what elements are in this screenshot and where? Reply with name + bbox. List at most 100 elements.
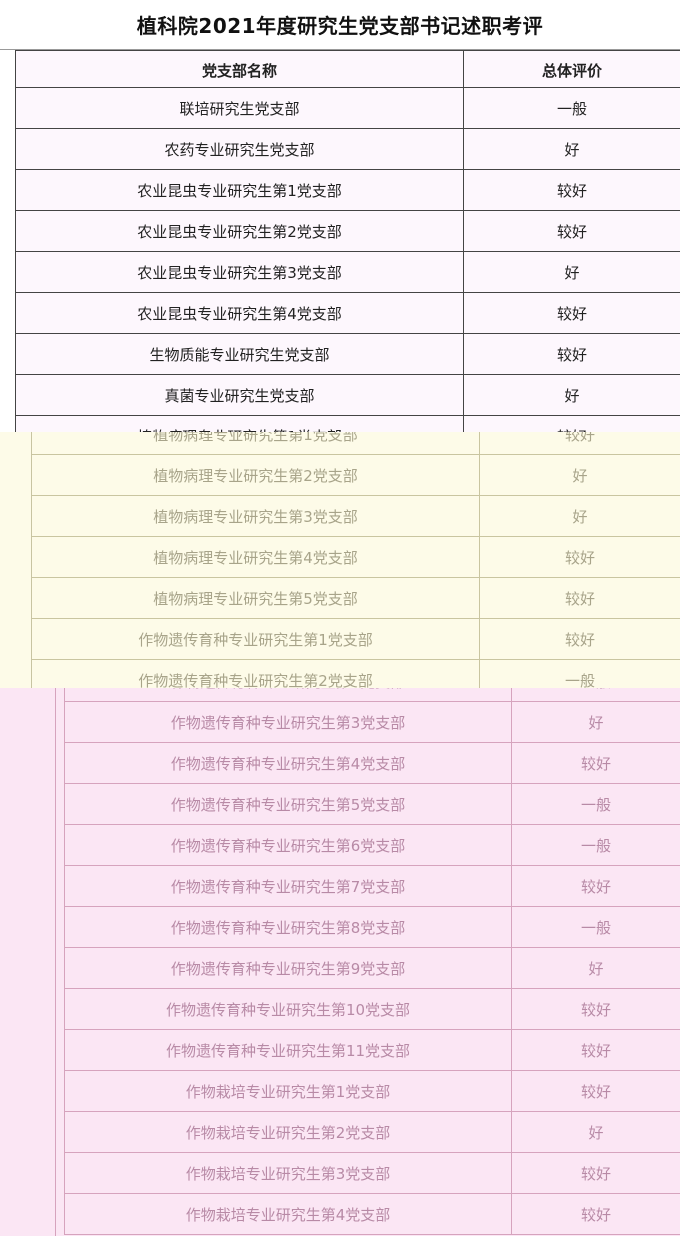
branch-name-cell: 农业昆虫专业研究生第2党支部 [16,211,464,252]
table-row: 作物栽培专业研究生第2党支部 好 [64,1112,680,1153]
branch-name-cell: 作物遗传育种专业研究生第2党支部 [32,660,480,688]
table-header-row: 党支部名称 总体评价 [16,50,680,89]
rating-cell: 好 [564,264,580,282]
table-row: 真菌专业研究生党支部 好 [16,375,680,416]
evaluation-table-part-3: 作物遗传育种专业研究生第2党支部一般作物遗传育种专业研究生第3党支部好作物遗传育… [64,688,680,1235]
branch-name-cell: 作物遗传育种专业研究生第5党支部 [64,784,512,825]
rating-cell: 好 [572,467,588,485]
table-row: 作物栽培专业研究生第3党支部 较好 [64,1153,680,1194]
branch-name-cell: 作物遗传育种专业研究生第11党支部 [64,1030,512,1071]
table-margin [0,50,16,432]
table-row: 作物遗传育种专业研究生第2党支部一般 [64,688,680,702]
table-row: 作物栽培专业研究生第4党支部 较好 [64,1194,680,1235]
rating-cell: 好 [588,714,604,732]
rating-cell: 一般 [580,837,611,855]
branch-name-cell: 农药专业研究生党支部 [16,129,464,170]
rating-cell: 好 [564,387,580,405]
rating-cell: 较好 [464,416,680,432]
branch-name-cell: 植物病理专业研究生第4党支部 [32,537,480,578]
rating-cell: 较好 [580,755,611,773]
branch-name-cell: 作物栽培专业研究生第4党支部 [64,1194,512,1235]
table-row: 作物遗传育种专业研究生第3党支部 好 [64,702,680,743]
branch-name-cell: 作物遗传育种专业研究生第4党支部 [64,743,512,784]
rating-cell: 较好 [580,878,611,896]
header-branch-name: 党支部名称 [16,51,464,89]
rating-cell: 较好 [564,631,595,649]
branch-name-cell: 农业昆虫专业研究生第1党支部 [16,170,464,211]
branch-name-cell: 农业昆虫专业研究生第3党支部 [16,252,464,293]
rating-cell: 较好 [556,223,587,241]
table-section-2: 植物病理专业研究生第1党支部 较好 植物病理专业研究生第2党支部好植物病理专业研究生… [0,432,680,688]
branch-name-cell: 植物病理专业研究生第3党支部 [32,496,480,537]
branch-name-cell: 作物栽培专业研究生第3党支部 [64,1153,512,1194]
table-row: 植物病理专业研究生第3党支部 好 [32,496,680,537]
branch-name-cell: 农业昆虫专业研究生第4党支部 [16,293,464,334]
rating-cell: 较好 [556,305,587,323]
table-row: 农业昆虫专业研究生第1党支部 较好 [16,170,680,211]
branch-name-cell: 联培研究生党支部 [16,88,464,129]
table-row: 作物遗传育种专业研究生第7党支部 较好 [64,866,680,907]
rating-cell: 一般 [580,796,611,814]
branch-name-cell: 植物病理专业研究生第2党支部 [32,455,480,496]
table-section-3: 作物遗传育种专业研究生第2党支部一般作物遗传育种专业研究生第3党支部好作物遗传育… [0,688,680,1236]
branch-name-cell: 植物病理专业研究生第1党支部 [16,416,464,432]
branch-name-cell: 作物遗传育种专业研究生第6党支部 [64,825,512,866]
rating-cell: 较好 [556,346,587,364]
rating-cell: 较好 [580,1206,611,1224]
table-row: 作物遗传育种专业研究生第5党支部 一般 [64,784,680,825]
table-row: 生物质能专业研究生党支部 较好 [16,334,680,375]
branch-name-cell: 作物栽培专业研究生第1党支部 [64,1071,512,1112]
branch-name-cell: 作物遗传育种专业研究生第1党支部 [32,619,480,660]
branch-name-cell: 作物遗传育种专业研究生第9党支部 [64,948,512,989]
table-row: 联培研究生党支部 一般 [16,88,680,129]
branch-name-cell: 生物质能专业研究生党支部 [16,334,464,375]
table-row: 作物遗传育种专业研究生第10党支部 较好 [64,989,680,1030]
rating-cell: 一般 [512,688,680,702]
rating-cell: 较好 [580,1001,611,1019]
branch-name-cell: 作物遗传育种专业研究生第2党支部 [64,688,512,702]
rating-cell: 好 [588,960,604,978]
table-margin [0,688,56,1236]
table-section-1: 党支部名称 总体评价 联培研究生党支部 一般 农药专业研究生党支部好农业昆虫专业研究… [0,50,680,432]
branch-name-cell: 作物栽培专业研究生第2党支部 [64,1112,512,1153]
rating-cell: 较好 [564,549,595,567]
branch-name-cell: 植物病理专业研究生第5党支部 [32,578,480,619]
table-row: 植物病理专业研究生第5党支部 较好 [32,578,680,619]
table-row: 植物病理专业研究生第1党支部 较好 [32,432,680,455]
branch-name-cell: 作物遗传育种专业研究生第7党支部 [64,866,512,907]
table-row: 农业昆虫专业研究生第2党支部 较好 [16,211,680,252]
rating-cell: 较好 [564,590,595,608]
rating-cell: 较好 [580,1083,611,1101]
branch-name-cell: 真菌专业研究生党支部 [16,375,464,416]
table-row: 作物遗传育种专业研究生第4党支部 较好 [64,743,680,784]
branch-name-cell: 作物遗传育种专业研究生第3党支部 [64,702,512,743]
evaluation-table-part-2: 植物病理专业研究生第1党支部 较好 植物病理专业研究生第2党支部好植物病理专业研究生… [32,432,680,688]
page-title: 植科院2021年度研究生党支部书记述职考评 [136,14,544,38]
table-row: 农业昆虫专业研究生第3党支部 好 [16,252,680,293]
rating-cell: 较好 [580,1165,611,1183]
branch-name-cell: 植物病理专业研究生第1党支部 [32,432,480,455]
table-row: 植物病理专业研究生第4党支部 较好 [32,537,680,578]
evaluation-table-part-1: 党支部名称 总体评价 联培研究生党支部 一般 农药专业研究生党支部好农业昆虫专业研究… [16,50,680,432]
table-row: 作物遗传育种专业研究生第11党支部 较好 [64,1030,680,1071]
rating-cell: 一般 [556,100,587,118]
rating-cell: 好 [564,141,580,159]
title-bar: 植科院2021年度研究生党支部书记述职考评 [0,0,680,50]
branch-name-cell: 作物遗传育种专业研究生第10党支部 [64,989,512,1030]
table-row: 作物遗传育种专业研究生第1党支部 较好 [32,619,680,660]
table-row: 作物栽培专业研究生第1党支部 较好 [64,1071,680,1112]
branch-name-cell: 作物遗传育种专业研究生第8党支部 [64,907,512,948]
rating-cell: 较好 [556,182,587,200]
table-row: 农药专业研究生党支部 好 [16,129,680,170]
rating-cell: 较好 [564,432,595,444]
header-overall-rating: 总体评价 [541,61,602,80]
table-row: 作物遗传育种专业研究生第8党支部 一般 [64,907,680,948]
rating-cell: 好 [588,1124,604,1142]
rating-cell: 好 [572,508,588,526]
table-row: 作物遗传育种专业研究生第2党支部 一般 [32,660,680,688]
rating-cell: 一般 [580,919,611,937]
table-row: 植物病理专业研究生第2党支部 好 [32,455,680,496]
rating-cell: 较好 [580,1042,611,1060]
rating-cell: 一般 [564,672,595,688]
table-row: 作物遗传育种专业研究生第9党支部 好 [64,948,680,989]
